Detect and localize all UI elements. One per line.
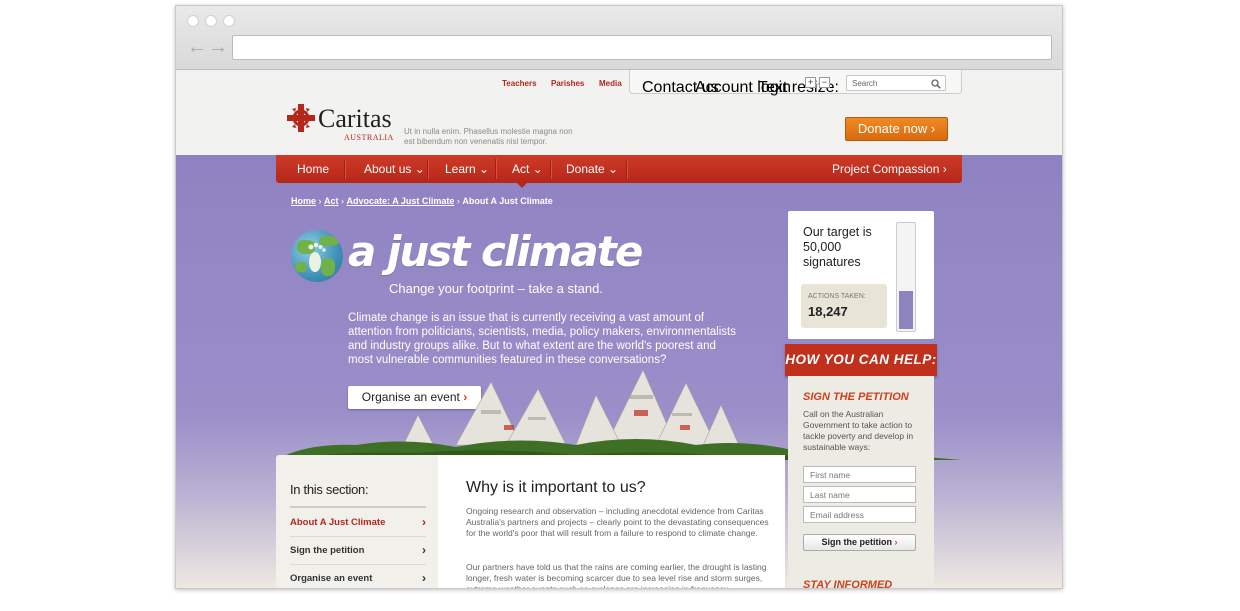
hero-subhead: Change your footprint – take a stand.	[389, 281, 603, 296]
section-title: In this section:	[290, 482, 369, 497]
forward-arrow-icon[interactable]: →	[208, 37, 228, 57]
actions-taken-box: ACTIONS TAKEN: 18,247	[801, 284, 887, 328]
hero-headline: a just climate	[348, 227, 643, 276]
sign-petition-label: Sign the petition	[821, 537, 892, 547]
browser-window: ← → Teachers Parishes Media Contact us A…	[175, 5, 1063, 589]
site-header: Teachers Parishes Media Contact us Accou…	[176, 70, 1062, 155]
target-widget: Our target is 50,000 signatures ACTIONS …	[788, 211, 934, 339]
util-link-media[interactable]: Media	[599, 79, 622, 88]
utility-box: Contact us Account login Text resize: + …	[629, 70, 962, 96]
util-link-teachers[interactable]: Teachers	[502, 79, 537, 88]
caritas-logo-icon[interactable]	[286, 103, 316, 133]
article-content: Why is it important to us? Ongoing resea…	[438, 455, 785, 589]
article-paragraph: Ongoing research and observation – inclu…	[466, 506, 769, 538]
nav-label: Project Compassion	[832, 162, 940, 176]
nav-separator	[344, 159, 345, 179]
window-maximize-dot[interactable]	[223, 15, 235, 27]
target-text: Our target is 50,000 signatures	[803, 225, 872, 269]
header-tagline: Ut in nulla enim. Phasellus molestie mag…	[404, 127, 573, 146]
donate-label: Donate now	[857, 121, 928, 136]
text-increase-button[interactable]: +	[805, 77, 816, 88]
email-field[interactable]: Email address	[803, 506, 916, 523]
target-progress-fill	[899, 291, 913, 329]
section-divider	[290, 506, 426, 508]
breadcrumb-advocate[interactable]: Advocate: A Just Climate	[347, 196, 455, 206]
breadcrumb-current: About A Just Climate	[462, 196, 553, 206]
chevron-right-icon: ›	[422, 571, 426, 585]
nav-act[interactable]: Act ⌄	[512, 162, 543, 176]
breadcrumb-home[interactable]: Home	[291, 196, 316, 206]
actions-taken-count: 18,247	[808, 304, 848, 319]
petition-description: Call on the Australian Government to tak…	[803, 409, 914, 452]
sign-petition-button[interactable]: Sign the petition ›	[803, 534, 916, 551]
last-name-field[interactable]: Last name	[803, 486, 916, 503]
back-arrow-icon[interactable]: ←	[187, 37, 207, 57]
nav-learn[interactable]: Learn ⌄	[445, 162, 489, 176]
sidebar-item-petition[interactable]: Sign the petition ›	[290, 537, 426, 565]
first-name-field[interactable]: First name	[803, 466, 916, 483]
nav-label: Learn	[445, 162, 476, 176]
article-paragraph: Our partners have told us that the rains…	[466, 562, 767, 589]
donate-now-button[interactable]: Donate now ›	[845, 117, 948, 141]
window-minimize-dot[interactable]	[205, 15, 217, 27]
nav-separator	[427, 159, 428, 179]
nav-label: Donate	[566, 162, 605, 176]
window-close-dot[interactable]	[187, 15, 199, 27]
how-you-can-help-banner: HOW YOU CAN HELP:	[785, 344, 937, 376]
nav-separator	[495, 159, 496, 179]
nav-active-indicator	[516, 182, 528, 188]
article-heading: Why is it important to us?	[466, 479, 646, 496]
breadcrumb-act[interactable]: Act	[324, 196, 339, 206]
nav-about-us[interactable]: About us ⌄	[364, 162, 425, 176]
sidebar-item-label: About A Just Climate	[290, 517, 386, 528]
nav-project-compassion[interactable]: Project Compassion ›	[832, 162, 947, 176]
nav-label: Act	[512, 162, 530, 176]
nav-label: About us	[364, 162, 412, 176]
petition-panel: SIGN THE PETITION Call on the Australian…	[788, 376, 934, 589]
globe-footprint-icon	[291, 230, 343, 282]
main-nav: Home About us ⌄ Learn ⌄ Act ⌄ Donate ⌄ P…	[276, 155, 962, 188]
hero-intro: Climate change is an issue that is curre…	[348, 312, 736, 366]
address-bar[interactable]	[232, 35, 1052, 60]
actions-taken-label: ACTIONS TAKEN:	[808, 293, 866, 300]
nav-home[interactable]: Home	[297, 162, 329, 176]
search-placeholder: Search	[852, 79, 878, 88]
sidebar-item-label: Sign the petition	[290, 545, 365, 556]
sidebar-item-about[interactable]: About A Just Climate ›	[290, 509, 426, 537]
nav-separator	[626, 159, 627, 179]
hero-area: Home About us ⌄ Learn ⌄ Act ⌄ Donate ⌄ P…	[176, 155, 1062, 589]
caritas-wordmark[interactable]: Caritas	[318, 106, 392, 132]
text-decrease-button[interactable]: −	[819, 77, 830, 88]
nav-separator	[550, 159, 551, 179]
sidebar-item-organise[interactable]: Organise an event ›	[290, 565, 426, 588]
chevron-right-icon: ›	[422, 515, 426, 529]
browser-chrome: ← →	[176, 6, 1062, 70]
section-sidebar: In this section: About A Just Climate › S…	[276, 455, 438, 588]
breadcrumb: Home › Act › Advocate: A Just Climate › …	[291, 196, 553, 206]
target-progress-bar	[896, 222, 916, 332]
petition-title: SIGN THE PETITION	[803, 391, 909, 403]
logo-subtitle: AUSTRALIA	[344, 133, 394, 142]
nav-donate[interactable]: Donate ⌄	[566, 162, 618, 176]
search-icon[interactable]	[931, 79, 941, 89]
sidebar-item-label: Organise an event	[290, 573, 373, 584]
search-input[interactable]: Search	[846, 75, 946, 91]
util-link-parishes[interactable]: Parishes	[551, 79, 584, 88]
chevron-right-icon: ›	[422, 543, 426, 557]
stay-informed-title: STAY INFORMED	[803, 579, 893, 589]
